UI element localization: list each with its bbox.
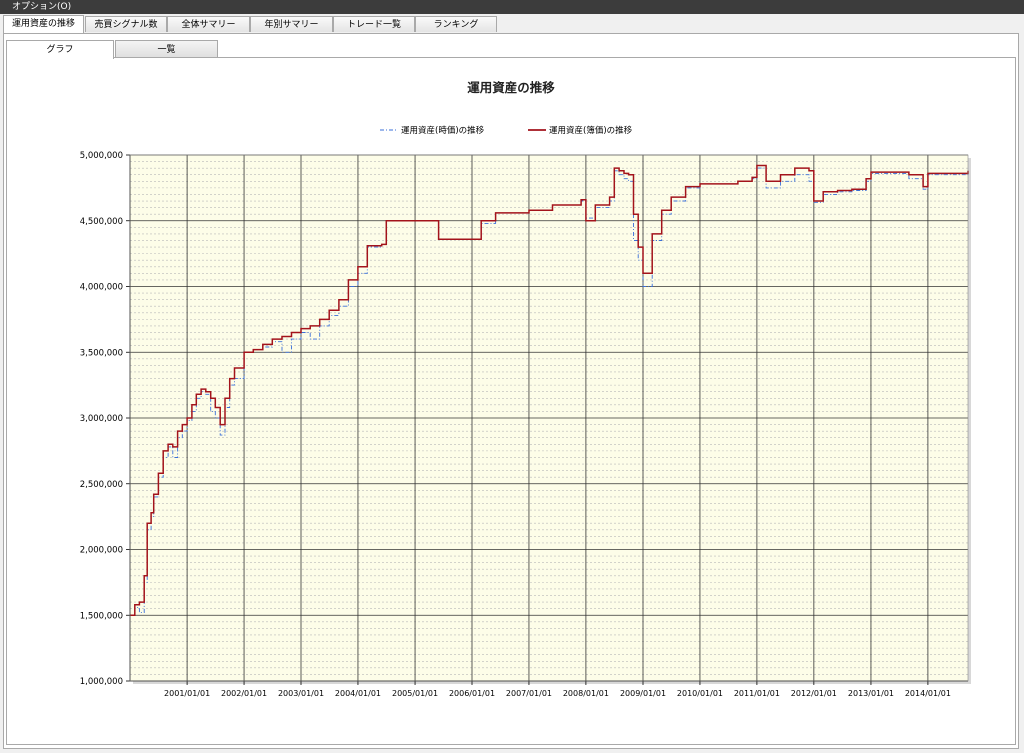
x-tick-label: 2005/01/01 <box>392 689 438 698</box>
x-tick-label: 2008/01/01 <box>563 689 609 698</box>
y-tick-label: 2,500,000 <box>80 480 123 490</box>
legend: 運用資産(時価)の推移 運用資産(簿価)の推移 <box>380 125 633 136</box>
legend-label-market-value: 運用資産(時価)の推移 <box>401 125 485 136</box>
chart-title: 運用資産の推移 <box>467 80 555 95</box>
x-tick-label: 2004/01/01 <box>335 689 381 698</box>
x-tick-label: 2012/01/01 <box>791 689 837 698</box>
y-tick-label: 1,500,000 <box>80 611 123 621</box>
x-tick-label: 2001/01/01 <box>164 689 210 698</box>
x-tick-label: 2009/01/01 <box>620 689 666 698</box>
y-tick-label: 3,000,000 <box>80 414 123 424</box>
x-tick-label: 2007/01/01 <box>506 689 552 698</box>
x-tick-label: 2011/01/01 <box>734 689 780 698</box>
tab-graph[interactable]: グラフ <box>6 40 114 59</box>
asset-history-chart: 運用資産の推移 運用資産(時価)の推移 運用資産(簿価)の推移 1,000,00… <box>80 80 971 698</box>
y-tick-label: 4,000,000 <box>80 283 123 293</box>
legend-label-book-value: 運用資産(簿価)の推移 <box>549 125 633 136</box>
x-tick-label: 2006/01/01 <box>449 689 495 698</box>
y-tick-label: 4,500,000 <box>80 217 123 227</box>
y-tick-label: 2,000,000 <box>80 546 123 556</box>
y-tick-label: 3,500,000 <box>80 348 123 358</box>
x-tick-label: 2010/01/01 <box>677 689 723 698</box>
y-tick-label: 1,000,000 <box>80 677 123 687</box>
y-tick-label: 5,000,000 <box>80 151 123 161</box>
x-tick-label: 2013/01/01 <box>848 689 894 698</box>
tab-asset-history[interactable]: 運用資産の推移 <box>3 15 84 33</box>
x-tick-label: 2014/01/01 <box>905 689 951 698</box>
x-tick-label: 2002/01/01 <box>221 689 267 698</box>
x-tick-label: 2003/01/01 <box>278 689 324 698</box>
